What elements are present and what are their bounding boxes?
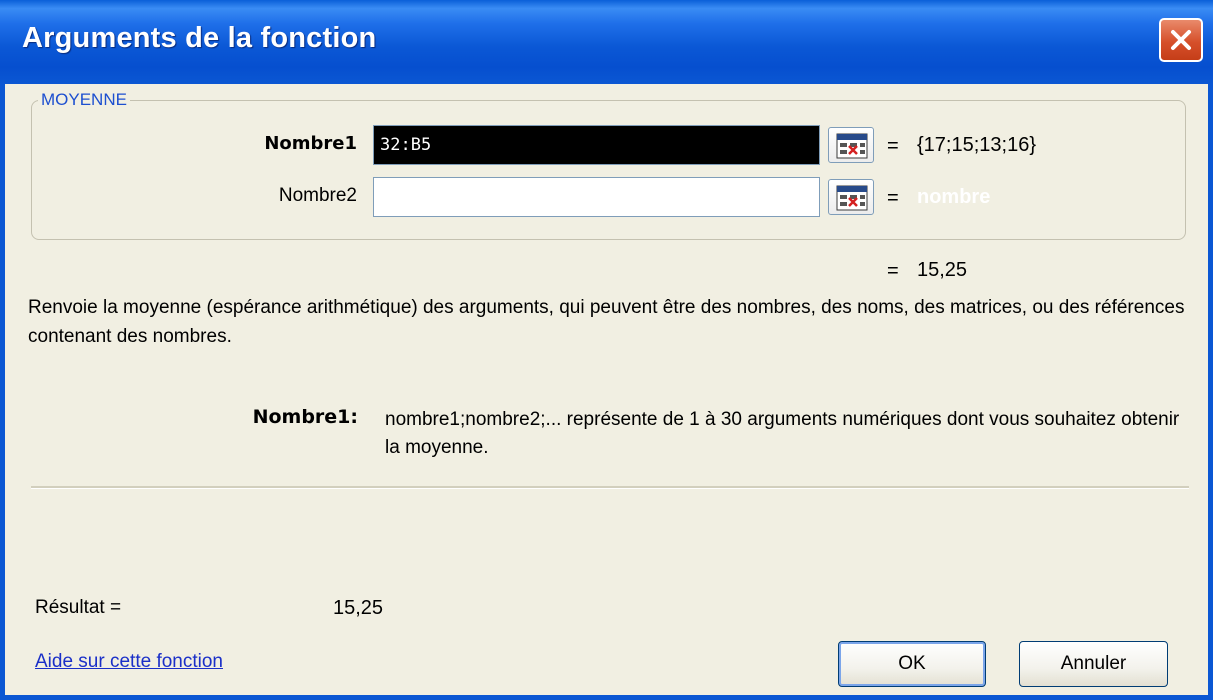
help-link[interactable]: Aide sur cette fonction (35, 651, 223, 673)
window-frame-left (0, 84, 5, 700)
arg1-equals: = (887, 135, 899, 157)
arg1-preview-value: {17;15;13;16} (917, 134, 1037, 156)
arg2-input[interactable] (373, 177, 820, 217)
window-frame-bottom (0, 695, 1213, 700)
close-button[interactable] (1159, 18, 1203, 62)
result-label: Résultat = (35, 597, 122, 618)
function-description: Renvoie la moyenne (espérance arithmétiq… (28, 297, 1185, 347)
formula-result-value: 15,25 (917, 259, 968, 281)
arg1-label: Nombre1 (264, 133, 357, 154)
window-frame-right (1208, 84, 1213, 700)
arg2-type-hint: nombre (917, 186, 991, 208)
arg2-equals: = (887, 187, 899, 209)
range-selector-icon (836, 185, 868, 211)
result-value: 15,25 (333, 597, 384, 619)
function-name-label: MOYENNE (38, 90, 130, 110)
arg2-range-button[interactable] (828, 179, 874, 215)
ok-button[interactable]: OK (838, 641, 986, 687)
arg-help-text: nombre1;nombre2;... représente de 1 à 30… (385, 409, 1180, 458)
range-selector-icon (836, 133, 868, 159)
arg1-range-button[interactable] (828, 127, 874, 163)
dialog-title: Arguments de la fonction (22, 22, 377, 54)
formula-result-equals: = (887, 260, 899, 282)
arg1-input[interactable] (373, 125, 820, 165)
title-bar: Arguments de la fonction (0, 0, 1213, 84)
close-icon (1171, 30, 1191, 50)
arg2-label: Nombre2 (278, 185, 357, 206)
function-groupbox (31, 100, 1186, 240)
separator (31, 486, 1189, 489)
cancel-button[interactable]: Annuler (1019, 641, 1168, 687)
arg-help-label: Nombre1: (252, 406, 358, 428)
